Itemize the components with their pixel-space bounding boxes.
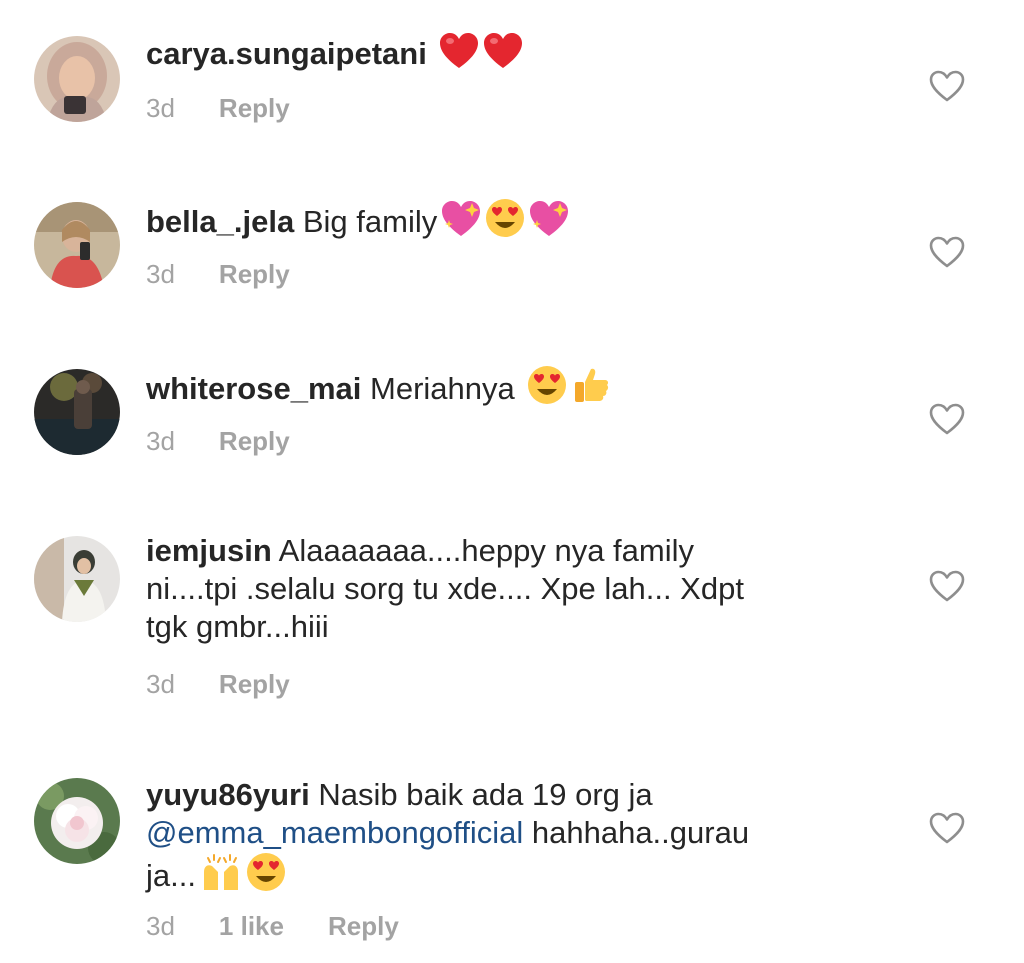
heart-outline-icon bbox=[929, 403, 965, 435]
like-button[interactable] bbox=[929, 403, 965, 435]
comment-item: carya.sungaipetani 3d Reply bbox=[0, 0, 1024, 160]
like-button[interactable] bbox=[929, 236, 965, 268]
comment-text: whiterose_mai Meriahnya bbox=[146, 365, 836, 414]
heart-outline-icon bbox=[929, 236, 965, 268]
reply-button[interactable]: Reply bbox=[219, 93, 290, 123]
username[interactable]: iemjusin bbox=[146, 533, 272, 568]
reply-button[interactable]: Reply bbox=[219, 259, 290, 289]
comment-meta: 3d Reply bbox=[146, 93, 290, 123]
heart-eyes-emoji bbox=[485, 198, 525, 247]
username[interactable]: bella_.jela bbox=[146, 204, 294, 239]
avatar[interactable] bbox=[34, 778, 120, 864]
comment-message-line-2: hahhaha..gurau bbox=[531, 815, 750, 850]
heart-outline-icon bbox=[929, 570, 965, 602]
sparkling-heart-emoji bbox=[529, 200, 569, 247]
like-button[interactable] bbox=[929, 812, 965, 844]
heart-eyes-emoji bbox=[527, 365, 567, 414]
comment-message: Meriahnya bbox=[370, 371, 515, 406]
comment-meta: 3d Reply bbox=[146, 259, 290, 289]
avatar[interactable] bbox=[34, 202, 120, 288]
comment-time: 3d bbox=[146, 93, 175, 123]
comment-text: iemjusin Alaaaaaaa....heppy nya family n… bbox=[146, 532, 836, 646]
heart-outline-icon bbox=[929, 812, 965, 844]
comment-text: carya.sungaipetani bbox=[146, 32, 836, 79]
comment-item: yuyu86yuri Nasib baik ada 19 org ja @emm… bbox=[0, 742, 1024, 963]
comment-item: bella_.jela Big family 3d Reply bbox=[0, 166, 1024, 326]
like-button[interactable] bbox=[929, 70, 965, 102]
reply-button[interactable]: Reply bbox=[219, 669, 290, 699]
comment-item: iemjusin Alaaaaaaa....heppy nya family n… bbox=[0, 500, 1024, 730]
comment-meta: 3d 1 like Reply bbox=[146, 911, 399, 941]
heart-outline-icon bbox=[929, 70, 965, 102]
comment-message-line-3: ja... bbox=[146, 858, 196, 893]
reply-button[interactable]: Reply bbox=[328, 911, 399, 941]
thumbs-up-emoji bbox=[571, 365, 611, 414]
comment-time: 3d bbox=[146, 259, 175, 289]
comment-item: whiterose_mai Meriahnya 3d Reply bbox=[0, 333, 1024, 493]
avatar[interactable] bbox=[34, 36, 120, 122]
comment-message-line-1: Nasib baik ada 19 org ja bbox=[318, 777, 653, 812]
comment-meta: 3d Reply bbox=[146, 669, 290, 699]
comment-message-line-1: Alaaaaaaa....heppy nya family bbox=[278, 533, 694, 568]
comment-message: Big family bbox=[302, 204, 438, 239]
mention-link[interactable]: @emma_maembongofficial bbox=[146, 815, 523, 850]
sparkling-heart-emoji bbox=[441, 200, 481, 247]
red-heart-emoji bbox=[439, 32, 479, 79]
red-heart-emoji bbox=[483, 32, 523, 79]
likes-count[interactable]: 1 like bbox=[219, 911, 284, 941]
avatar[interactable] bbox=[34, 536, 120, 622]
heart-eyes-emoji bbox=[246, 852, 286, 901]
username[interactable]: whiterose_mai bbox=[146, 371, 361, 406]
avatar[interactable] bbox=[34, 369, 120, 455]
reply-button[interactable]: Reply bbox=[219, 426, 290, 456]
comment-message-line-3: tgk gmbr...hiii bbox=[146, 609, 329, 644]
comment-message-line-2: ni....tpi .selalu sorg tu xde.... Xpe la… bbox=[146, 571, 744, 606]
comment-text: bella_.jela Big family bbox=[146, 198, 836, 247]
raising-hands-emoji bbox=[200, 852, 242, 901]
comment-text: yuyu86yuri Nasib baik ada 19 org ja @emm… bbox=[146, 776, 836, 901]
username[interactable]: yuyu86yuri bbox=[146, 777, 310, 812]
comment-time: 3d bbox=[146, 669, 175, 699]
username[interactable]: carya.sungaipetani bbox=[146, 36, 427, 71]
like-button[interactable] bbox=[929, 570, 965, 602]
comment-time: 3d bbox=[146, 426, 175, 456]
comment-meta: 3d Reply bbox=[146, 426, 290, 456]
comment-time: 3d bbox=[146, 911, 175, 941]
